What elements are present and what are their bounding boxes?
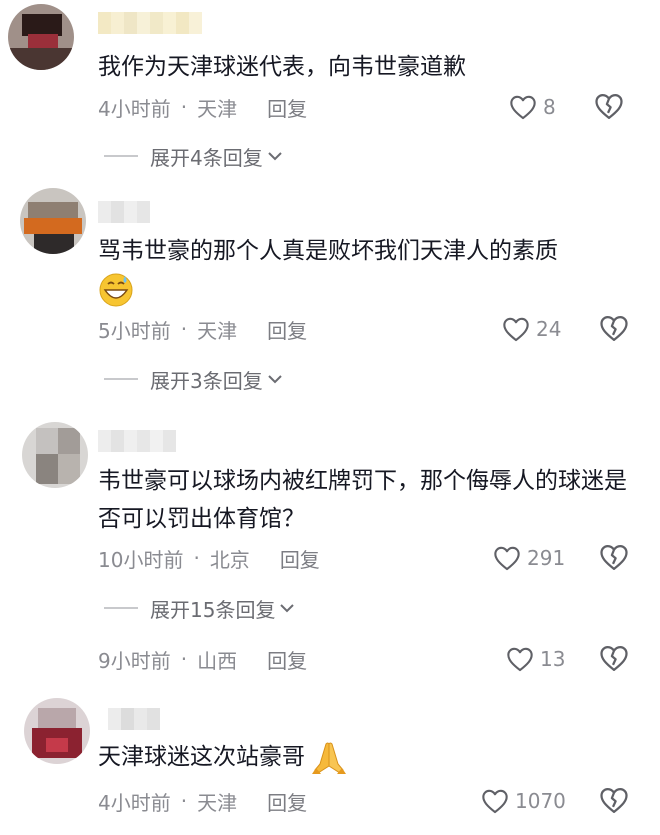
expand-replies-button[interactable]: 展开4条回复	[104, 142, 283, 170]
reply-button[interactable]: 回复	[267, 93, 307, 122]
comment-meta: 10小时前 · 北京 回复	[98, 544, 320, 572]
expand-replies-button[interactable]: 展开3条回复	[104, 365, 283, 393]
grinning-sweat-emoji	[99, 273, 133, 306]
like-button[interactable]: 13	[506, 644, 565, 674]
heart-outline-icon	[510, 95, 536, 120]
like-count: 1070	[515, 789, 566, 813]
comment-location: 山西	[197, 648, 238, 673]
comment-text-body: 天津球迷这次站豪哥	[98, 744, 305, 770]
like-count: 13	[540, 647, 566, 671]
broken-heart-icon	[595, 94, 623, 119]
avatar[interactable]	[22, 422, 88, 488]
comment-meta: 4小时前 · 天津 回复	[98, 93, 307, 121]
dislike-button[interactable]	[599, 314, 629, 344]
expand-label: 展开3条回复	[150, 368, 263, 393]
comment-text: 韦世豪可以球场内被红牌罚下，那个侮辱人的球迷是否可以罚出体育馆？	[98, 468, 627, 532]
comment-time: 5小时前	[98, 318, 171, 343]
reply-button[interactable]: 回复	[280, 544, 320, 573]
username-blurred[interactable]	[98, 12, 202, 34]
like-count: 8	[543, 95, 556, 119]
expand-label: 展开4条回复	[150, 145, 263, 170]
like-count: 24	[536, 317, 562, 341]
comment-text: 我作为天津球迷代表，向韦世豪道歉	[98, 54, 466, 80]
expand-replies-button[interactable]: 展开15条回复	[104, 594, 295, 622]
folded-hands-emoji	[312, 742, 347, 774]
broken-heart-icon	[600, 316, 628, 341]
dislike-button[interactable]	[599, 644, 629, 674]
meta-separator: ·	[180, 95, 188, 119]
dislike-button[interactable]	[594, 92, 624, 122]
divider-line	[104, 155, 138, 157]
comment-time: 4小时前	[98, 790, 171, 815]
comment-time: 10小时前	[98, 547, 184, 572]
divider-line	[104, 378, 138, 380]
meta-separator: ·	[180, 789, 188, 813]
avatar[interactable]	[8, 4, 74, 70]
dislike-button[interactable]	[599, 543, 629, 573]
comment-location: 北京	[209, 547, 250, 572]
comment-location: 天津	[197, 96, 238, 121]
like-count: 291	[527, 546, 566, 570]
comment-time: 4小时前	[98, 96, 171, 121]
reply-button[interactable]: 回复	[267, 645, 307, 674]
divider-line	[104, 607, 138, 609]
like-button[interactable]: 8	[509, 92, 556, 122]
reply-button[interactable]: 回复	[267, 787, 307, 816]
comment-location: 天津	[197, 790, 238, 815]
comment-meta: 5小时前 · 天津 回复	[98, 315, 307, 343]
chevron-down-icon	[268, 375, 282, 384]
chevron-down-icon	[280, 604, 295, 613]
comment-location: 天津	[197, 318, 238, 343]
broken-heart-icon	[600, 788, 628, 813]
comment-meta: 4小时前 · 天津 回复	[98, 787, 307, 815]
like-button[interactable]: 24	[502, 314, 561, 344]
avatar[interactable]	[24, 698, 90, 764]
meta-separator: ·	[180, 647, 188, 671]
comment-meta: 9小时前 · 山西 回复	[98, 645, 307, 673]
like-button[interactable]: 291	[493, 543, 565, 573]
comment-text: 天津球迷这次站豪哥	[98, 738, 628, 776]
username-blurred[interactable]	[98, 201, 150, 223]
username-blurred[interactable]	[98, 430, 176, 452]
avatar[interactable]	[20, 188, 86, 254]
reply-button[interactable]: 回复	[267, 315, 307, 344]
heart-outline-icon	[503, 317, 529, 342]
dislike-button[interactable]	[599, 786, 629, 816]
chevron-down-icon	[268, 152, 282, 161]
heart-outline-icon	[507, 647, 533, 672]
comment-text-body: 骂韦世豪的那个人真是败坏我们天津人的素质	[98, 238, 558, 264]
like-button[interactable]: 1070	[481, 786, 566, 816]
broken-heart-icon	[600, 545, 628, 570]
expand-label: 展开15条回复	[150, 597, 276, 622]
comment-time: 9小时前	[98, 648, 171, 673]
username-blurred[interactable]	[108, 708, 160, 730]
comment-text: 骂韦世豪的那个人真是败坏我们天津人的素质	[98, 232, 628, 308]
broken-heart-icon	[600, 646, 628, 671]
heart-outline-icon	[482, 789, 508, 814]
meta-separator: ·	[180, 317, 188, 341]
heart-outline-icon	[494, 546, 520, 571]
meta-separator: ·	[193, 546, 200, 570]
